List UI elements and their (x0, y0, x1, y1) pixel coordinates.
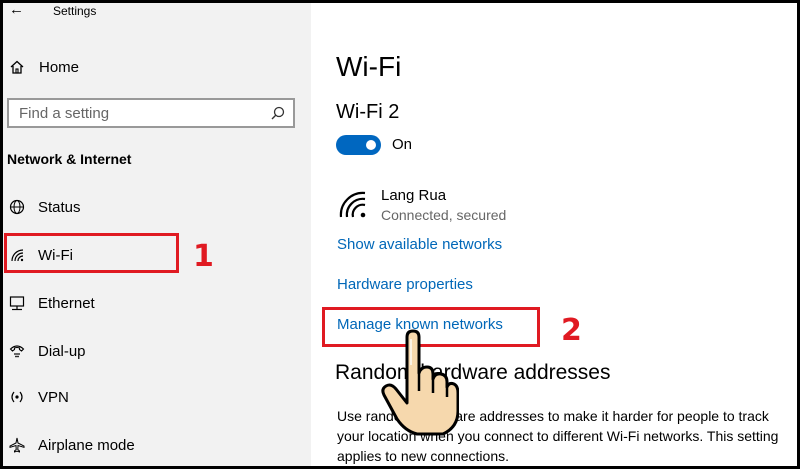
sidebar-item-label: Status (38, 198, 81, 216)
home-icon (7, 59, 27, 75)
section-title: Network & Internet (7, 151, 132, 167)
dialup-icon (7, 343, 27, 359)
search-icon[interactable] (271, 106, 285, 125)
sidebar-item-airplane-mode[interactable]: Airplane mode (7, 434, 135, 456)
home-label: Home (39, 58, 80, 76)
sidebar-item-vpn[interactable]: VPN (7, 386, 69, 408)
sidebar-item-label: Airplane mode (38, 436, 135, 454)
pointing-hand-icon (381, 329, 460, 442)
page-title: Wi-Fi (336, 51, 402, 82)
sidebar: ← Settings Home Network & Internet Statu… (3, 3, 311, 466)
wifi-toggle[interactable] (336, 135, 381, 155)
sidebar-item-dialup[interactable]: Dial-up (7, 340, 86, 362)
sidebar-item-status[interactable]: Status (7, 196, 81, 218)
toggle-state-label: On (392, 136, 413, 153)
settings-window: ← Settings Home Network & Internet Statu… (3, 3, 797, 466)
sidebar-item-ethernet[interactable]: Ethernet (7, 292, 95, 314)
sidebar-item-label: VPN (38, 388, 69, 406)
title-bar: ← Settings (3, 3, 311, 21)
search-box[interactable] (7, 98, 295, 128)
home-nav-item[interactable]: Home (7, 57, 79, 77)
step-1-number: 1 (193, 239, 214, 274)
ethernet-icon (7, 295, 27, 311)
search-input[interactable] (19, 104, 259, 122)
random-addresses-heading: Random hardware addresses (335, 361, 611, 384)
sidebar-item-label: Ethernet (38, 294, 95, 312)
globe-icon (7, 199, 27, 215)
main-panel: Wi-Fi Wi-Fi 2 On Lang Rua Connected, sec… (311, 3, 797, 466)
wifi-signal-icon (339, 191, 369, 224)
show-available-networks-link[interactable]: Show available networks (337, 236, 502, 253)
network-name[interactable]: Lang Rua (381, 187, 446, 204)
airplane-icon (7, 437, 27, 453)
network-status: Connected, secured (381, 207, 507, 223)
back-arrow-icon[interactable]: ← (9, 3, 24, 18)
step-2-number: 2 (561, 313, 582, 348)
vpn-icon (7, 389, 27, 405)
toggle-knob (366, 140, 376, 150)
adapter-name: Wi-Fi 2 (336, 101, 400, 123)
sidebar-item-label: Dial-up (38, 342, 86, 360)
hardware-properties-link[interactable]: Hardware properties (337, 276, 473, 293)
app-title: Settings (53, 4, 97, 18)
step-1-highlight (4, 233, 179, 273)
